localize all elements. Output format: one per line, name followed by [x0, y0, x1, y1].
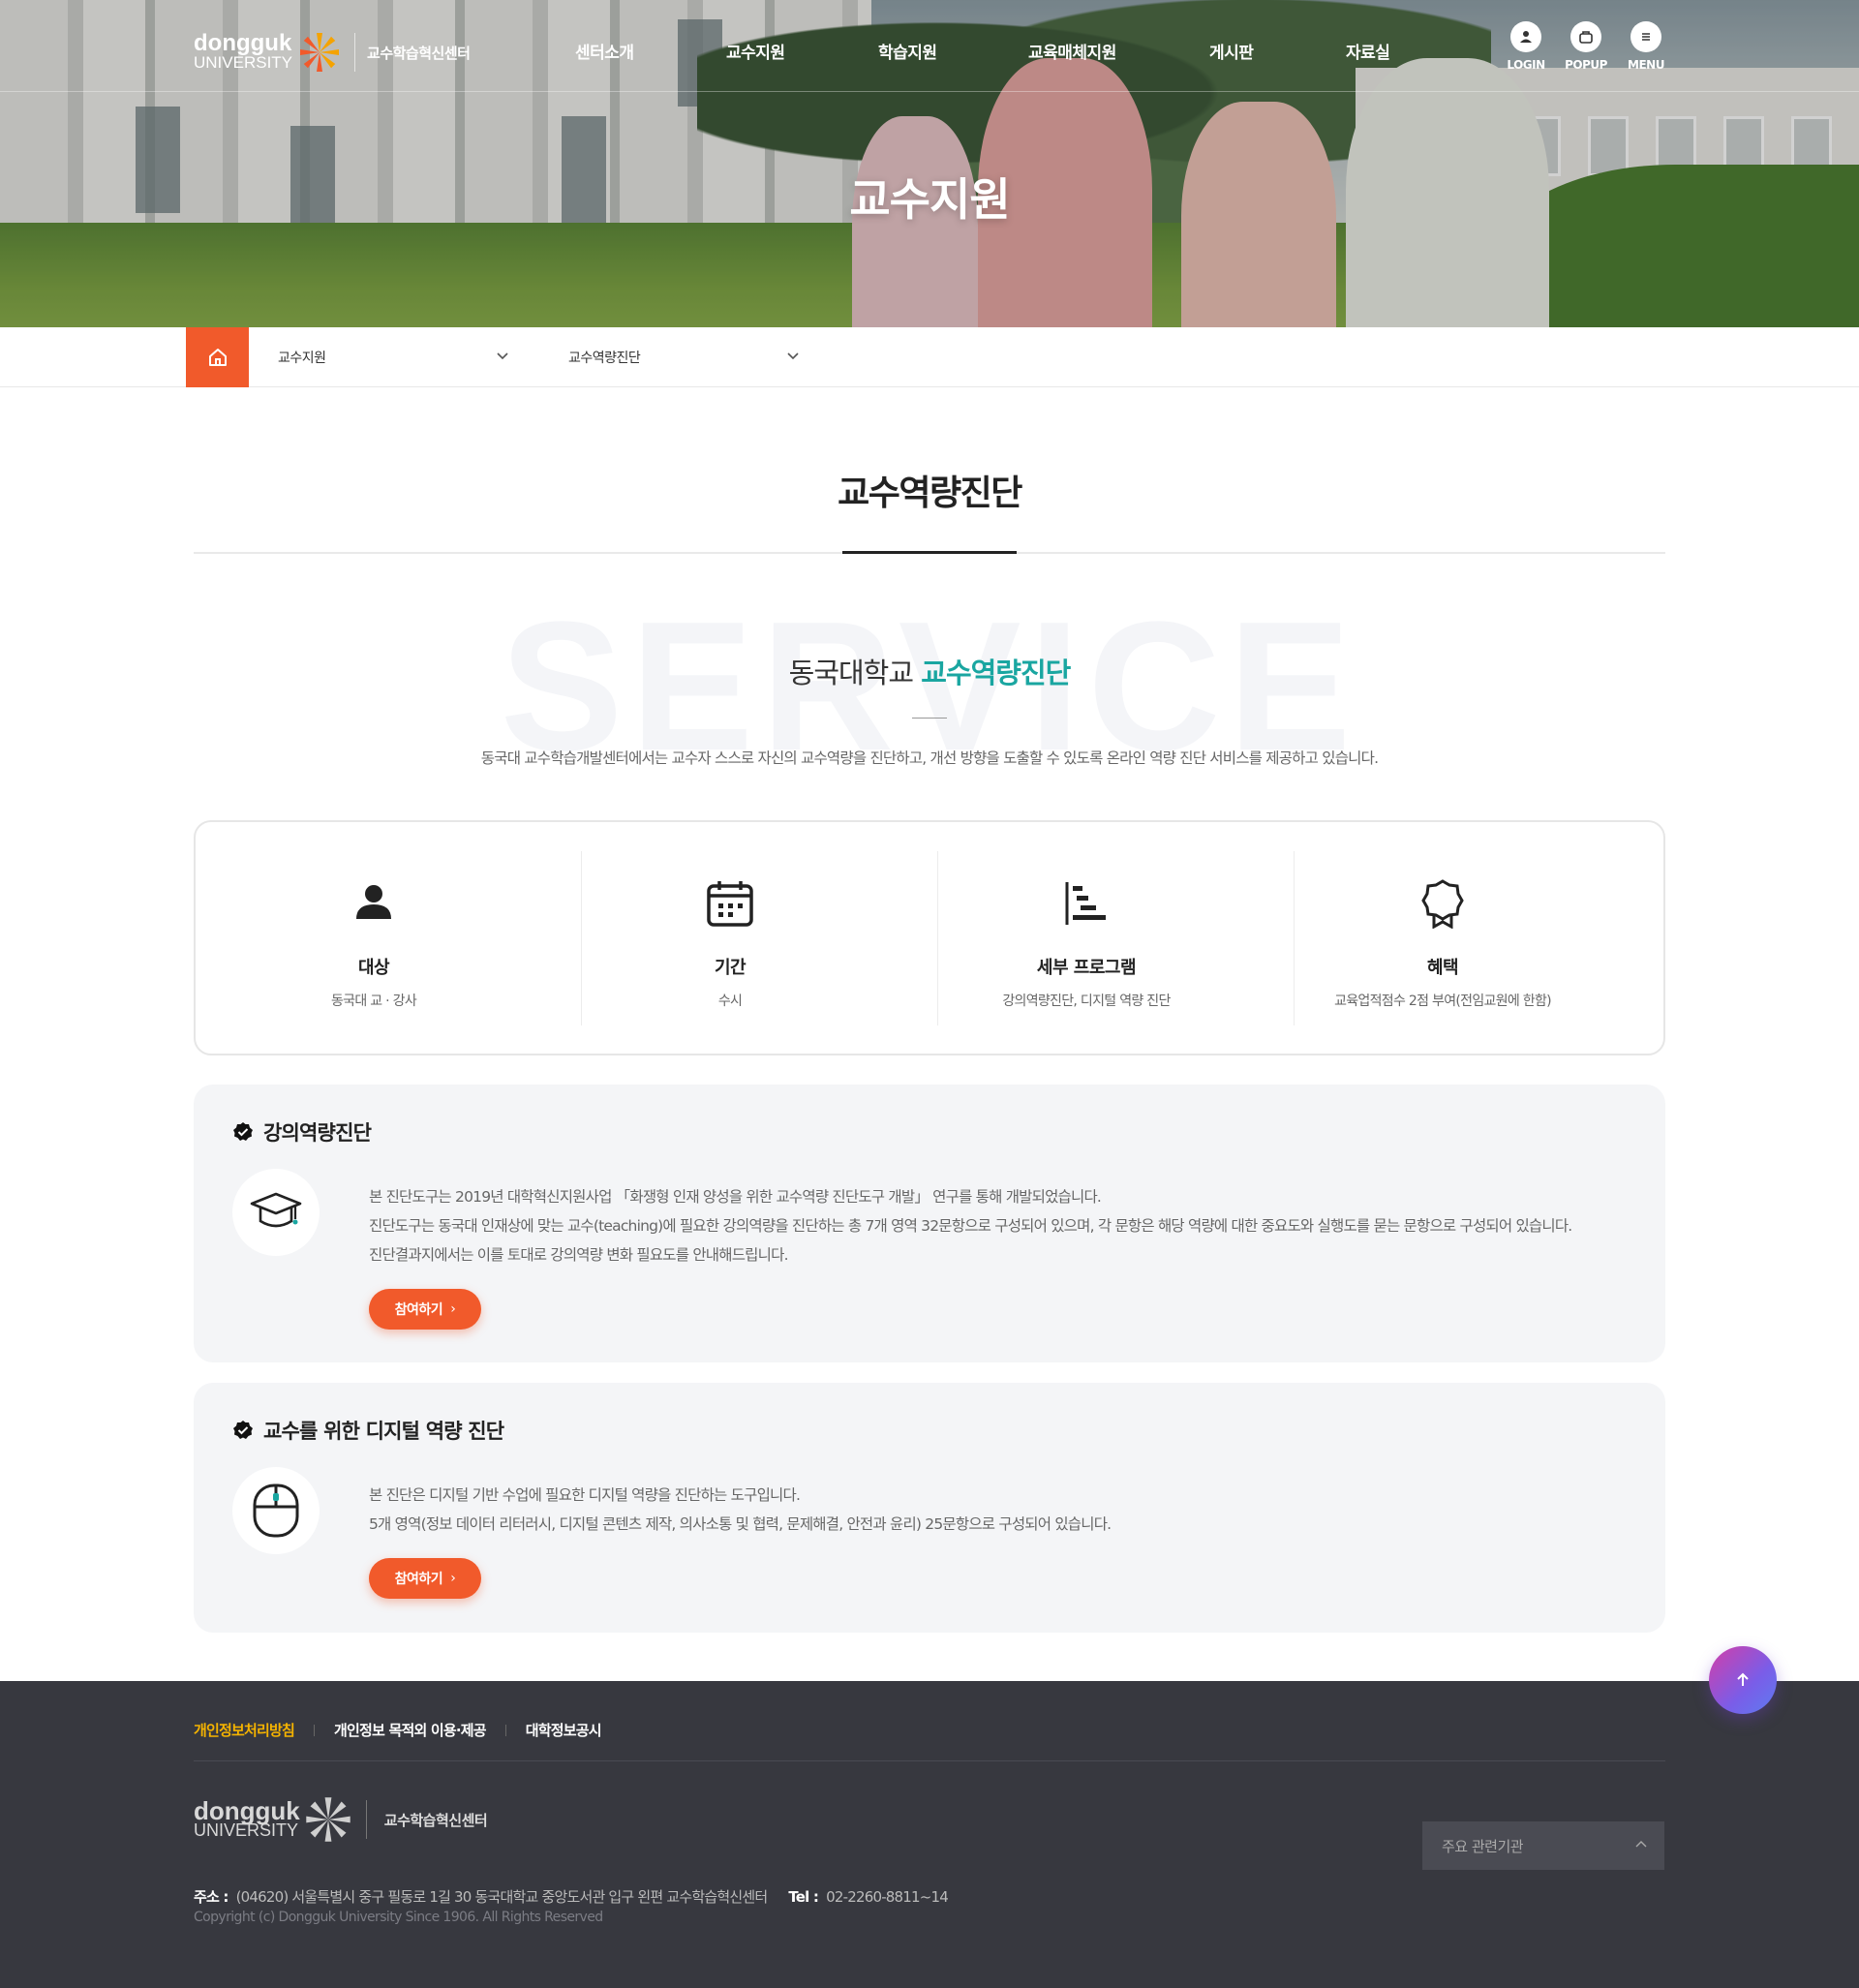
nav-item-center-intro[interactable]: 센터소개: [575, 39, 634, 63]
check-badge-icon: [233, 1421, 253, 1439]
footer-address: 주소 : (04620) 서울특별시 중구 필동로 1길 30 동국대학교 중앙도…: [194, 1888, 949, 1906]
arrow-up-icon: [1737, 1672, 1749, 1686]
site-logo[interactable]: dongguk UNIVERSITY 교수학습혁신센터: [194, 30, 471, 74]
calendar-icon: [707, 881, 753, 927]
login-button[interactable]: LOGIN: [1502, 21, 1550, 72]
intro-divider: [912, 718, 947, 719]
footer-link-univ-disclosure[interactable]: 대학정보공시: [526, 1720, 602, 1740]
info-summary-box: 대상 동국대 교 · 강사 기간 수시 세부 프로그램 강의역량진단, 디지털 …: [194, 820, 1665, 1055]
info-item-target: 대상 동국대 교 · 강사: [196, 851, 552, 1025]
breadcrumb: 교수지원 교수역량진단: [0, 327, 1859, 387]
chevron-right-icon: ›: [450, 1301, 456, 1317]
center-name: 교수학습혁신센터: [367, 44, 471, 62]
participate-button[interactable]: 참여하기 ›: [369, 1558, 481, 1599]
menu-icon: [1642, 33, 1650, 41]
footer: 개인정보처리방침 개인정보 목적외 이용·제공 대학정보공시 dongguk U…: [0, 1681, 1859, 1988]
intro-description: 동국대 교수학습개발센터에서는 교수자 스스로 자신의 교수역량을 진단하고, …: [480, 749, 1379, 767]
footer-copyright: Copyright (c) Dongguk University Since 1…: [194, 1910, 603, 1925]
program-list-icon: [1065, 882, 1106, 925]
info-label: 기간: [714, 958, 747, 978]
info-label: 혜택: [1426, 958, 1459, 978]
program-card-digital: 교수를 위한 디지털 역량 진단 본 진단은 디지털 기반 수업에 필요한 디지…: [194, 1383, 1665, 1633]
info-item-programs: 세부 프로그램 강의역량진단, 디지털 역량 진단: [908, 851, 1265, 1025]
chevron-down-icon[interactable]: [786, 349, 800, 362]
mouse-icon: [253, 1483, 299, 1538]
dongguk-emblem-icon: [300, 33, 340, 72]
nav-item-learning-support[interactable]: 학습지원: [878, 39, 937, 63]
check-badge-icon: [233, 1122, 253, 1141]
page: dongguk UNIVERSITY 교수학습혁신센터 센터소개 교수지원 학습…: [0, 0, 1859, 1988]
chevron-up-icon: [1635, 1841, 1647, 1848]
logo-name: dongguk: [194, 30, 292, 56]
hero-title: 교수지원: [849, 173, 1010, 226]
footer-links: 개인정보처리방침 개인정보 목적외 이용·제공 대학정보공시: [194, 1720, 602, 1740]
home-button[interactable]: [186, 327, 249, 387]
info-label: 대상: [357, 958, 390, 978]
info-value: 강의역량진단, 디지털 역량 진단: [1002, 994, 1171, 1009]
person-icon: [356, 885, 391, 919]
footer-logo: dongguk UNIVERSITY 교수학습혁신센터: [194, 1795, 488, 1844]
nav-item-media-support[interactable]: 교육매체지원: [1028, 39, 1116, 63]
program-icon-circle: [232, 1467, 320, 1554]
award-icon: [1421, 879, 1464, 930]
info-value: 동국대 교 · 강사: [330, 994, 417, 1009]
info-item-benefit: 혜택 교육업적점수 2점 부여(전임교원에 한함): [1265, 851, 1621, 1025]
nav-item-faculty-support[interactable]: 교수지원: [726, 39, 785, 63]
home-icon: [208, 349, 227, 366]
popup-icon: [1579, 31, 1593, 44]
intro-title-highlight: 교수역량진단: [921, 657, 1071, 689]
menu-button[interactable]: MENU: [1622, 21, 1670, 72]
program-card-lecture: 강의역량진단 본 진단도구는 2019년 대학혁신지원사업 「화쟁형 인재 양성…: [194, 1085, 1665, 1362]
nav-item-board[interactable]: 게시판: [1209, 39, 1254, 63]
breadcrumb-select-level2[interactable]: 교수역량진단: [568, 327, 641, 387]
related-sites-select[interactable]: 주요 관련기관: [1422, 1821, 1664, 1870]
popup-button[interactable]: POPUP: [1562, 21, 1610, 72]
info-value: 수시: [717, 994, 743, 1009]
info-value: 교육업적점수 2점 부여(전임교원에 한함): [1334, 994, 1552, 1009]
chevron-down-icon[interactable]: [496, 349, 509, 362]
footer-link-privacy-third-party[interactable]: 개인정보 목적외 이용·제공: [334, 1720, 487, 1740]
breadcrumb-level1-label: 교수지원: [278, 351, 326, 366]
title-underline: [842, 551, 1017, 554]
footer-link-privacy-policy[interactable]: 개인정보처리방침: [194, 1720, 295, 1740]
chevron-right-icon: ›: [450, 1571, 456, 1586]
program-title: 강의역량진단: [232, 1117, 372, 1147]
program-description: 본 진단도구는 2019년 대학혁신지원사업 「화쟁형 인재 양성을 위한 교수…: [369, 1188, 1572, 1264]
breadcrumb-select-level1[interactable]: 교수지원: [278, 327, 326, 387]
program-description: 본 진단은 디지털 기반 수업에 필요한 디지털 역량을 진단하는 도구입니다.…: [369, 1486, 1112, 1533]
breadcrumb-level2-label: 교수역량진단: [568, 351, 641, 366]
info-item-period: 기간 수시: [552, 851, 908, 1025]
intro-title: 동국대학교 교수역량진단: [0, 651, 1859, 691]
user-icon: [1520, 31, 1532, 43]
intro-title-plain: 동국대학교: [788, 657, 914, 689]
graduation-cap-icon: [250, 1192, 302, 1228]
program-title: 교수를 위한 디지털 역량 진단: [232, 1416, 504, 1445]
scroll-to-top-button[interactable]: [1709, 1646, 1777, 1714]
program-icon-circle: [232, 1169, 320, 1256]
info-label: 세부 프로그램: [1036, 958, 1137, 978]
page-title: 교수역량진단: [838, 474, 1022, 513]
dongguk-emblem-icon: [306, 1797, 350, 1842]
participate-button[interactable]: 참여하기 ›: [369, 1289, 481, 1330]
logo-university: UNIVERSITY: [194, 53, 293, 72]
nav-item-resources[interactable]: 자료실: [1346, 39, 1390, 63]
